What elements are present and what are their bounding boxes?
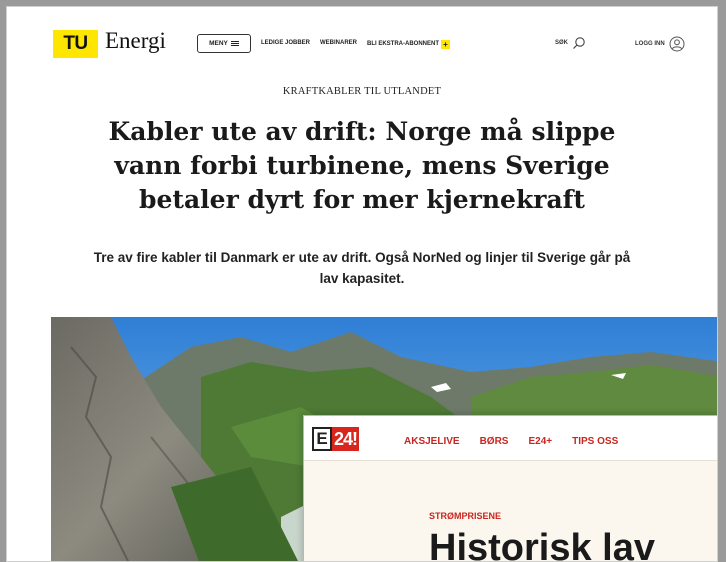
e24-kicker: STRØMPRISENE	[429, 511, 502, 521]
menu-button[interactable]: MENY	[197, 34, 251, 53]
top-nav: LEDIGE JOBBER WEBINARER BLI EKSTRA-ABONN…	[261, 40, 451, 49]
search-label: SØK	[555, 40, 569, 46]
e24-nav-tips[interactable]: TIPS OSS	[572, 436, 618, 447]
e24-nav-e24plus[interactable]: E24+	[528, 436, 552, 447]
e24-logo-digits: 24	[334, 428, 353, 449]
e24-nav-aksjelive[interactable]: AKSJELIVE	[404, 436, 460, 447]
e24-headline: Historisk lav	[429, 527, 655, 562]
site-header: TU Energi MENY LEDIGE JOBBER WEBINARER B…	[7, 7, 717, 79]
nav-link-webinars[interactable]: WEBINARER	[320, 40, 357, 49]
e24-logo[interactable]: E 24!	[312, 427, 360, 451]
article-headline: Kabler ute av drift: Norge må slippe van…	[108, 117, 616, 214]
e24-logo-e: E	[312, 427, 332, 451]
screenshot-frame: TU Energi MENY LEDIGE JOBBER WEBINARER B…	[6, 6, 718, 562]
menu-label: MENY	[209, 40, 228, 47]
user-icon	[669, 36, 685, 52]
nav-link-subscribe[interactable]: BLI EKSTRA-ABONNENT +	[367, 40, 451, 49]
login-label: LOGG INN	[635, 41, 665, 47]
search-icon	[573, 37, 585, 49]
e24-overlay: E 24! AKSJELIVE BØRS E24+ TIPS OSS STRØM…	[303, 415, 717, 562]
e24-nav: AKSJELIVE BØRS E24+ TIPS OSS	[404, 436, 618, 447]
e24-nav-bors[interactable]: BØRS	[480, 436, 509, 447]
hamburger-icon	[230, 40, 239, 47]
subscribe-label: BLI EKSTRA-ABONNENT	[367, 41, 440, 47]
site-section-name[interactable]: Energi	[105, 28, 166, 54]
e24-logo-number: 24!	[332, 427, 360, 451]
login-button[interactable]: LOGG INN	[635, 36, 685, 52]
search-button[interactable]: SØK	[555, 36, 586, 50]
e24-logo-excl: !	[352, 428, 358, 449]
tu-logo-text: TU	[63, 33, 88, 54]
article-lede: Tre av fire kabler til Danmark er ute av…	[93, 250, 631, 286]
nav-link-jobs[interactable]: LEDIGE JOBBER	[261, 40, 310, 49]
tu-logo[interactable]: TU	[53, 30, 98, 58]
e24-header: E 24! AKSJELIVE BØRS E24+ TIPS OSS	[304, 416, 717, 461]
plus-icon: +	[441, 40, 451, 49]
article-kicker: KRAFTKABLER TIL UTLANDET	[282, 86, 442, 97]
